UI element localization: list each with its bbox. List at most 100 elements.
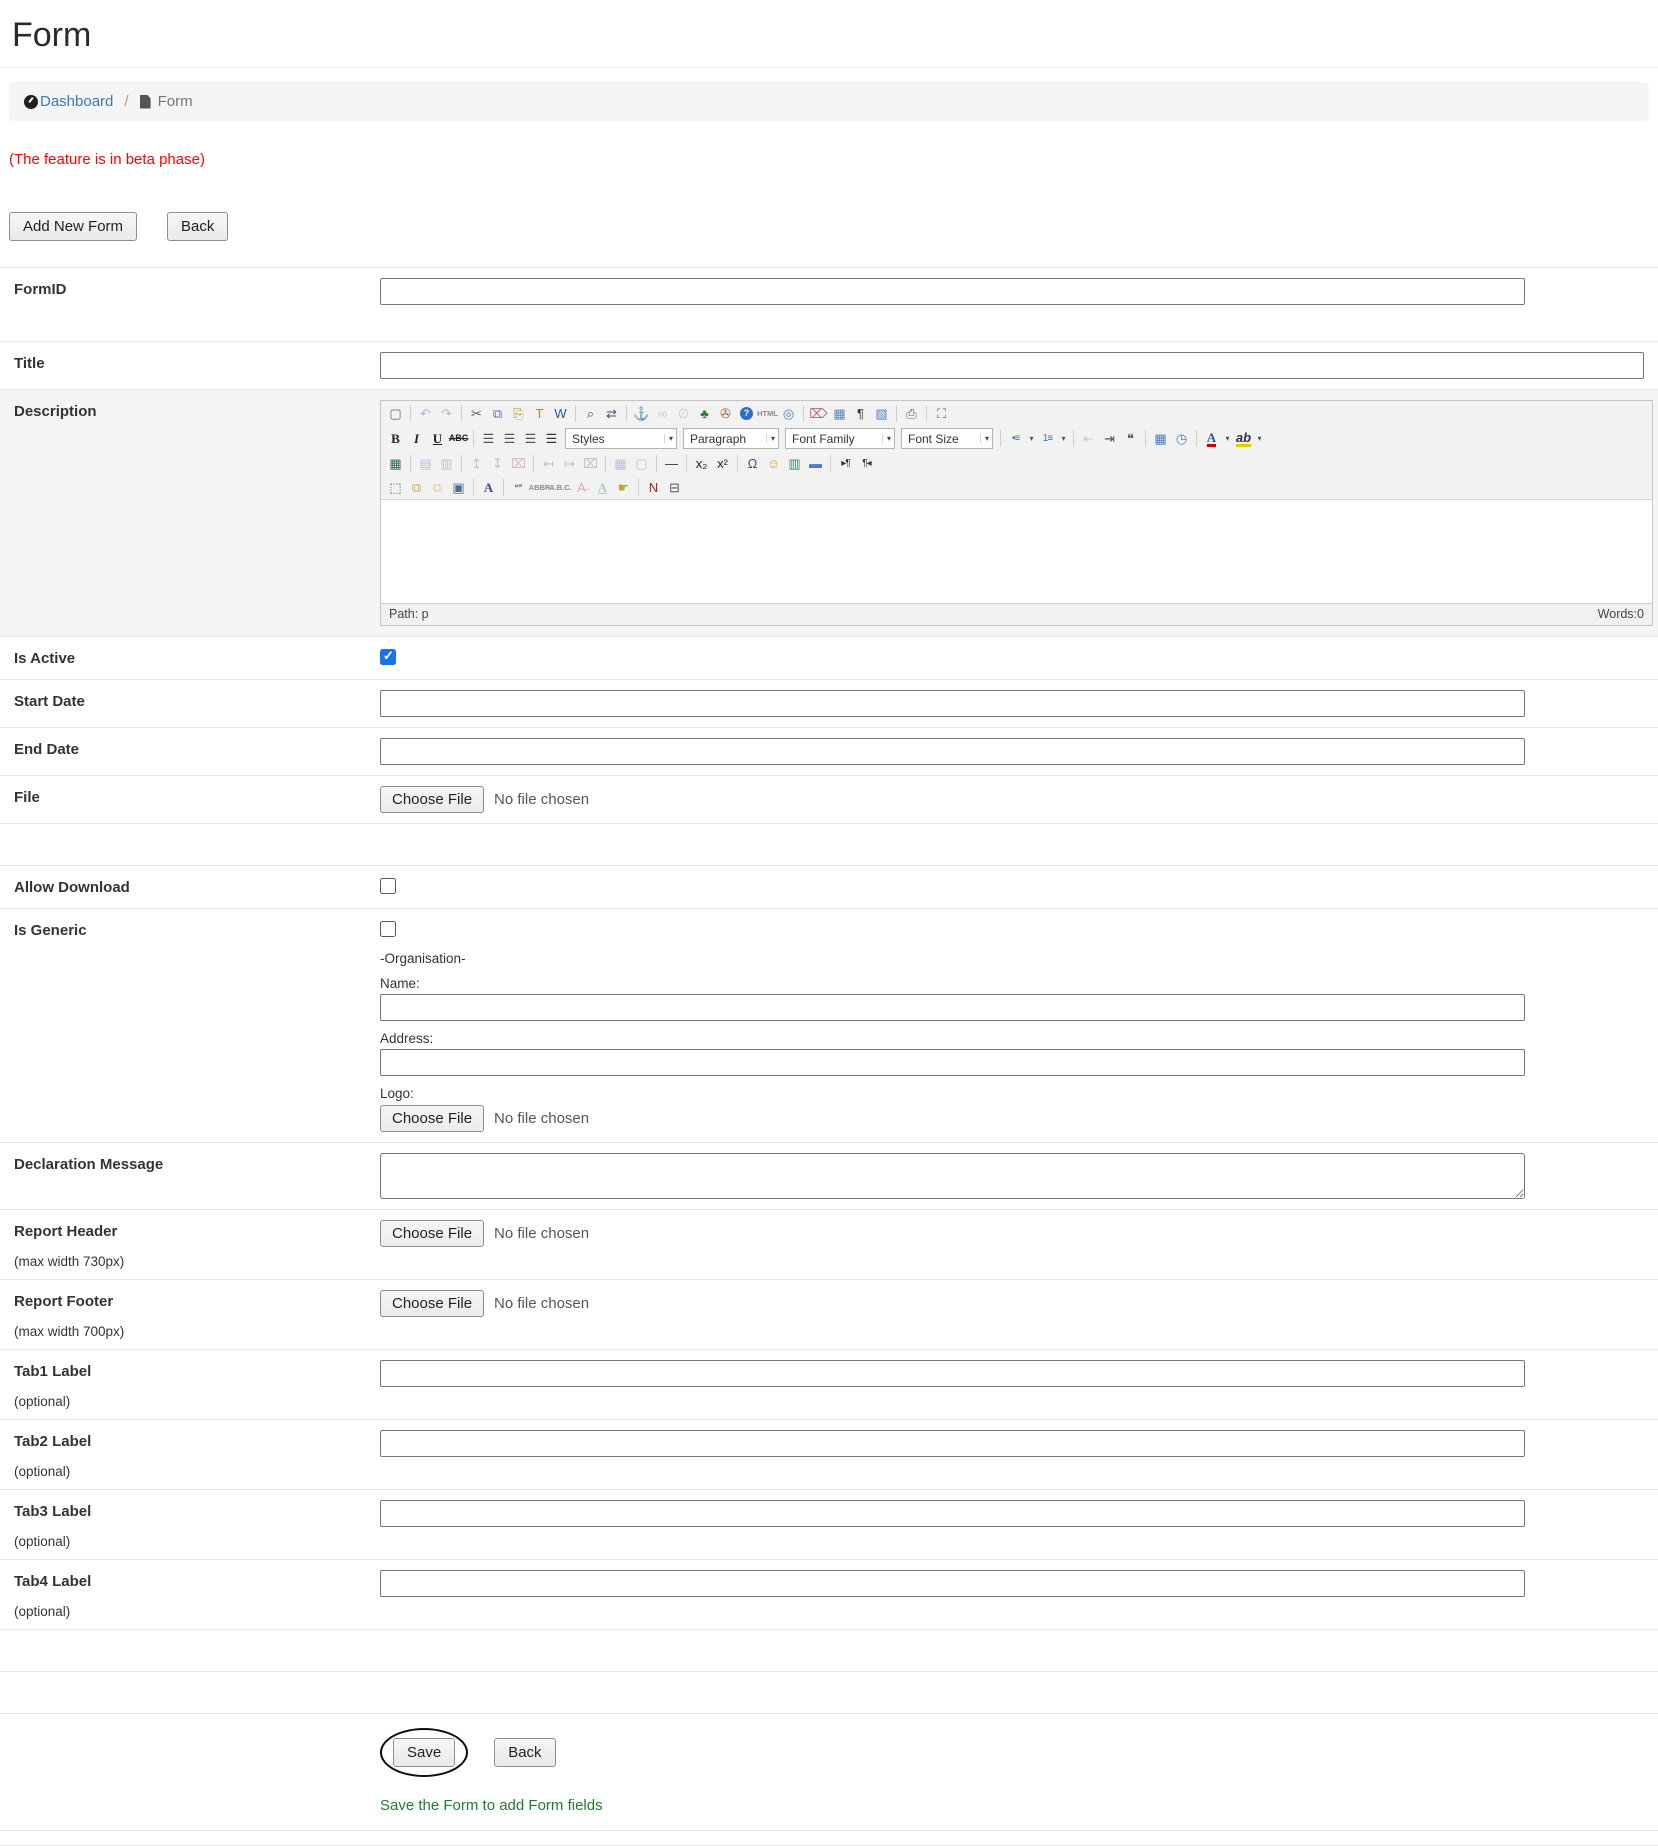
paragraph-format-select[interactable]: Paragraph▾ — [683, 428, 779, 449]
declaration-textarea[interactable] — [380, 1153, 1525, 1199]
toolbar-separator — [803, 405, 804, 422]
insert-layer-icon[interactable]: ⬚ — [385, 478, 406, 497]
insert-image-icon[interactable]: ♣ — [694, 404, 715, 423]
paste-as-text-icon[interactable]: T — [529, 404, 550, 423]
cleanup-icon[interactable]: ✇ — [715, 404, 736, 423]
end-date-input[interactable] — [380, 738, 1525, 765]
insert-time-icon[interactable]: ◷ — [1171, 429, 1192, 448]
blockquote-icon[interactable]: ❝ — [1120, 429, 1141, 448]
file-no-file-text: No file chosen — [494, 791, 589, 808]
logo-choose-button[interactable]: Choose File — [380, 1105, 484, 1132]
find-icon[interactable]: ⌕ — [580, 404, 601, 423]
fullscreen-icon[interactable]: ⛶ — [931, 404, 952, 423]
cite-icon[interactable]: ❝❞ — [508, 478, 529, 497]
breadcrumb-dashboard-link[interactable]: Dashboard — [24, 93, 113, 110]
bold-icon[interactable]: B — [385, 429, 406, 448]
attributes-icon[interactable]: ☛ — [613, 478, 634, 497]
form-id-input[interactable] — [380, 278, 1525, 305]
report-footer-choose-button[interactable]: Choose File — [380, 1290, 484, 1317]
text-color-icon[interactable]: A — [1201, 429, 1222, 448]
start-date-input[interactable] — [380, 690, 1525, 717]
insert-table-icon[interactable]: ▦ — [829, 404, 850, 423]
is-active-checkbox[interactable] — [380, 649, 396, 665]
align-right-icon[interactable]: ☰ — [520, 429, 541, 448]
save-button[interactable]: Save — [393, 1738, 455, 1767]
logo-no-file-text: No file chosen — [494, 1110, 589, 1127]
align-justify-icon[interactable]: ☰ — [541, 429, 562, 448]
find-replace-icon[interactable]: ⇄ — [601, 404, 622, 423]
undo-icon: ↶ — [415, 404, 436, 423]
acronym-icon[interactable]: A.B.C. — [550, 478, 571, 497]
abbreviation-icon[interactable]: ABBR — [529, 478, 550, 497]
strikethrough-icon[interactable]: ABC — [448, 429, 469, 448]
title-input[interactable] — [380, 352, 1644, 379]
page-break-icon[interactable]: ⊟ — [664, 478, 685, 497]
declaration-label: Declaration Message — [14, 1156, 380, 1173]
insert-media-icon[interactable]: ▥ — [784, 454, 805, 473]
ltr-icon[interactable]: ▸¶ — [835, 454, 856, 473]
align-left-icon[interactable]: ☰ — [478, 429, 499, 448]
text-color-caret-icon[interactable]: ▾ — [1222, 429, 1233, 448]
tab4-input[interactable] — [380, 1570, 1525, 1597]
print-icon[interactable]: ⎙ — [901, 404, 922, 423]
breadcrumb: Dashboard / Form — [9, 82, 1649, 121]
italic-icon[interactable]: I — [406, 429, 427, 448]
subscript-icon[interactable]: x₂ — [691, 454, 712, 473]
copy-icon[interactable]: ⧉ — [487, 404, 508, 423]
tab1-input[interactable] — [380, 1360, 1525, 1387]
bullet-list-icon[interactable]: •≡ — [1005, 429, 1026, 448]
insert-date-icon[interactable]: ▦ — [1150, 429, 1171, 448]
back-button-top[interactable]: Back — [167, 212, 228, 241]
cut-icon[interactable]: ✂ — [466, 404, 487, 423]
rtl-icon[interactable]: ¶◂ — [856, 454, 877, 473]
allow-download-checkbox[interactable] — [380, 878, 396, 894]
spacer-row — [0, 1629, 1658, 1671]
horizontal-rule-icon[interactable]: — — [661, 454, 682, 473]
editor-content-area[interactable] — [381, 499, 1652, 603]
font-family-select[interactable]: Font Family▾ — [785, 428, 895, 449]
nonbreaking-icon[interactable]: N — [643, 478, 664, 497]
visual-chars-icon[interactable]: ¶ — [850, 404, 871, 423]
top-button-row: Add New Form Back — [9, 212, 1658, 241]
organisation-name-input[interactable] — [380, 994, 1525, 1021]
html-source-icon[interactable]: HTML — [757, 404, 778, 423]
help-icon[interactable]: ? — [736, 404, 757, 423]
declaration-row: Declaration Message — [0, 1142, 1658, 1209]
embed-icon[interactable]: ▬ — [805, 454, 826, 473]
file-choose-button[interactable]: Choose File — [380, 786, 484, 813]
absolute-position-icon[interactable]: ▣ — [448, 478, 469, 497]
table-edit-icon[interactable]: ▦ — [385, 454, 406, 473]
styles-select[interactable]: Styles▾ — [565, 428, 677, 449]
align-center-icon[interactable]: ☰ — [499, 429, 520, 448]
editor-word-count: Words:0 — [1598, 607, 1644, 621]
organisation-address-input[interactable] — [380, 1049, 1525, 1076]
numbered-list-icon[interactable]: 1≡ — [1037, 429, 1058, 448]
report-header-choose-button[interactable]: Choose File — [380, 1220, 484, 1247]
is-generic-checkbox[interactable] — [380, 921, 396, 937]
anchor-icon[interactable]: ⚓ — [631, 404, 652, 423]
special-char-icon[interactable]: Ω — [742, 454, 763, 473]
paste-from-word-icon[interactable]: W — [550, 404, 571, 423]
remove-format-icon[interactable]: ⌦ — [808, 404, 829, 423]
background-color-caret-icon[interactable]: ▾ — [1254, 429, 1265, 448]
bullet-list-caret-icon[interactable]: ▾ — [1026, 429, 1037, 448]
underline-icon[interactable]: U — [427, 429, 448, 448]
style-props-icon[interactable]: A — [478, 478, 499, 497]
new-document-icon[interactable]: ▢ — [385, 404, 406, 423]
move-forward-icon[interactable]: ⧉ — [406, 478, 427, 497]
background-color-icon[interactable]: ab — [1233, 429, 1254, 448]
add-new-form-button[interactable]: Add New Form — [9, 212, 137, 241]
move-backward-icon[interactable]: ⧉ — [427, 478, 448, 497]
print-preview-icon[interactable]: ▧ — [871, 404, 892, 423]
tab2-input[interactable] — [380, 1430, 1525, 1457]
indent-icon[interactable]: ⇥ — [1099, 429, 1120, 448]
preview-icon[interactable]: ◎ — [778, 404, 799, 423]
superscript-icon[interactable]: x² — [712, 454, 733, 473]
title-label: Title — [14, 355, 380, 372]
numbered-list-caret-icon[interactable]: ▾ — [1058, 429, 1069, 448]
emoticons-icon[interactable]: ☺ — [763, 454, 784, 473]
tab3-input[interactable] — [380, 1500, 1525, 1527]
back-button-bottom[interactable]: Back — [494, 1738, 555, 1767]
paste-icon[interactable]: ⎘ — [508, 404, 529, 423]
font-size-select[interactable]: Font Size▾ — [901, 428, 993, 449]
